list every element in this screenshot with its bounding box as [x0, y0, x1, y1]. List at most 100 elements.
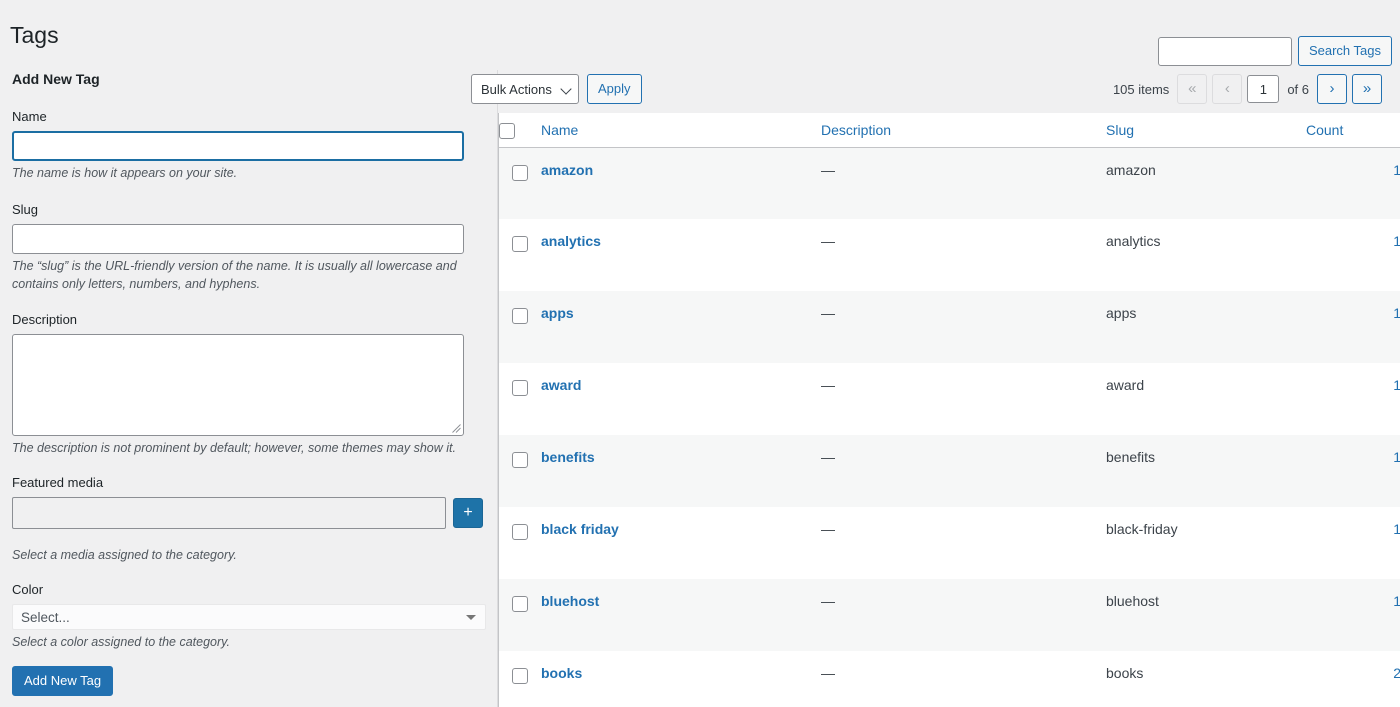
tag-description: — — [821, 233, 835, 249]
row-checkbox[interactable] — [512, 596, 528, 612]
tag-name-link[interactable]: amazon — [541, 162, 593, 178]
table-row: bluehost — bluehost 1 — [499, 579, 1400, 651]
featured-media-input[interactable] — [12, 497, 446, 530]
row-select-cell — [499, 507, 541, 579]
table-header-row: Name Description Slug Count — [499, 113, 1400, 148]
current-page-input[interactable] — [1247, 75, 1280, 103]
row-slug-cell: black-friday — [1106, 507, 1306, 579]
sort-by-name-link[interactable]: Name — [541, 122, 578, 138]
row-count-cell: 2 — [1306, 651, 1400, 707]
row-count-cell: 1 — [1306, 507, 1400, 579]
row-name-cell: award — [541, 363, 821, 435]
row-checkbox[interactable] — [512, 308, 528, 324]
tag-count-link[interactable]: 1 — [1393, 377, 1400, 393]
row-description-cell: — — [821, 507, 1106, 579]
tag-count-link[interactable]: 1 — [1393, 593, 1400, 609]
tag-slug: benefits — [1106, 449, 1156, 465]
tags-table-container: Name Description Slug Count amazon — amazo… — [498, 113, 1400, 707]
table-row: amazon — amazon 1 — [499, 147, 1400, 219]
search-input[interactable] — [1157, 36, 1292, 66]
row-count-cell: 1 — [1306, 363, 1400, 435]
slug-input[interactable] — [12, 223, 464, 254]
slug-help-text: The “slug” is the URL-friendly version o… — [12, 258, 457, 292]
sort-by-count-link[interactable]: Count — [1306, 122, 1343, 138]
row-select-cell — [499, 579, 541, 651]
tag-name-link[interactable]: analytics — [541, 233, 601, 249]
next-page-button[interactable]: › — [1317, 74, 1347, 104]
tag-count-link[interactable]: 1 — [1393, 305, 1400, 321]
row-select-cell — [499, 291, 541, 363]
sort-by-description-link[interactable]: Description — [821, 122, 891, 138]
tag-description: — — [821, 665, 835, 681]
row-count-cell: 1 — [1306, 579, 1400, 651]
tag-name-link[interactable]: award — [541, 377, 581, 393]
description-help-text: The description is not prominent by defa… — [12, 441, 456, 456]
select-all-checkbox[interactable] — [499, 122, 515, 139]
row-slug-cell: bluehost — [1106, 579, 1306, 651]
apply-button[interactable]: Apply — [587, 74, 642, 104]
table-row: analytics — analytics 1 — [499, 219, 1400, 291]
table-row: benefits — benefits 1 — [499, 435, 1400, 507]
add-new-tag-submit-button[interactable]: Add New Tag — [12, 666, 114, 697]
sort-by-slug-link[interactable]: Slug — [1106, 122, 1134, 138]
tag-count-link[interactable]: 1 — [1393, 449, 1400, 465]
chevron-down-icon — [560, 83, 572, 95]
featured-media-row: + — [12, 497, 485, 530]
featured-media-help-text: Select a media assigned to the category. — [12, 548, 237, 563]
search-tags-button[interactable]: Search Tags — [1297, 36, 1392, 66]
table-toolbar: Bulk Actions Apply 105 items « ‹ of 6 › … — [471, 74, 1391, 106]
prev-page-button: ‹ — [1212, 74, 1243, 104]
tag-slug: black-friday — [1106, 521, 1178, 537]
total-pages-label: of 6 — [1287, 81, 1309, 97]
row-name-cell: amazon — [541, 147, 821, 219]
tag-description: — — [821, 377, 835, 393]
tag-name-link[interactable]: books — [541, 665, 582, 681]
row-description-cell: — — [821, 579, 1106, 651]
row-checkbox[interactable] — [512, 452, 528, 468]
row-checkbox[interactable] — [512, 524, 528, 540]
row-checkbox[interactable] — [512, 668, 528, 684]
row-description-cell: — — [821, 219, 1106, 291]
row-slug-cell: amazon — [1106, 147, 1306, 219]
tag-name-link[interactable]: apps — [541, 305, 574, 321]
tag-slug: analytics — [1106, 233, 1161, 249]
tag-name-link[interactable]: black friday — [541, 521, 619, 537]
tag-slug: apps — [1106, 305, 1137, 321]
description-textarea[interactable] — [12, 334, 464, 437]
table-body: amazon—amazon1analytics—analytics1apps—a… — [499, 147, 1400, 707]
description-field-wrap — [12, 334, 464, 437]
color-help-text: Select a color assigned to the category. — [12, 635, 230, 650]
row-description-cell: — — [821, 147, 1106, 219]
row-description-cell: — — [821, 363, 1106, 435]
color-select[interactable]: Select... — [12, 604, 486, 631]
row-name-cell: books — [541, 651, 821, 707]
row-checkbox[interactable] — [512, 380, 528, 396]
tag-name-link[interactable]: benefits — [541, 449, 595, 465]
tag-description: — — [821, 161, 835, 178]
last-page-button[interactable]: » — [1352, 74, 1382, 104]
row-count-cell: 1 — [1306, 291, 1400, 363]
table-row: black friday — black-friday 1 — [499, 507, 1400, 579]
column-header-description: Description — [821, 113, 1106, 148]
row-slug-cell: apps — [1106, 291, 1306, 363]
tag-count-link[interactable]: 1 — [1393, 521, 1400, 537]
add-media-button[interactable]: + — [453, 498, 483, 529]
column-header-name: Name — [541, 113, 821, 148]
tag-count-link[interactable]: 2 — [1393, 665, 1400, 681]
tag-count-link[interactable]: 1 — [1393, 162, 1400, 178]
name-input[interactable] — [12, 130, 464, 161]
row-checkbox[interactable] — [512, 236, 528, 252]
row-count-cell: 1 — [1306, 435, 1400, 507]
tag-slug: bluehost — [1106, 593, 1159, 609]
first-page-button: « — [1177, 74, 1208, 104]
bulk-actions-select[interactable]: Bulk Actions — [471, 74, 579, 104]
tag-name-link[interactable]: bluehost — [541, 593, 599, 609]
row-name-cell: analytics — [541, 219, 821, 291]
tag-description: — — [821, 521, 835, 537]
row-checkbox[interactable] — [512, 164, 528, 181]
row-name-cell: apps — [541, 291, 821, 363]
tag-count-link[interactable]: 1 — [1393, 233, 1400, 249]
row-slug-cell: award — [1106, 363, 1306, 435]
items-count: 105 items — [1112, 81, 1170, 97]
row-slug-cell: benefits — [1106, 435, 1306, 507]
